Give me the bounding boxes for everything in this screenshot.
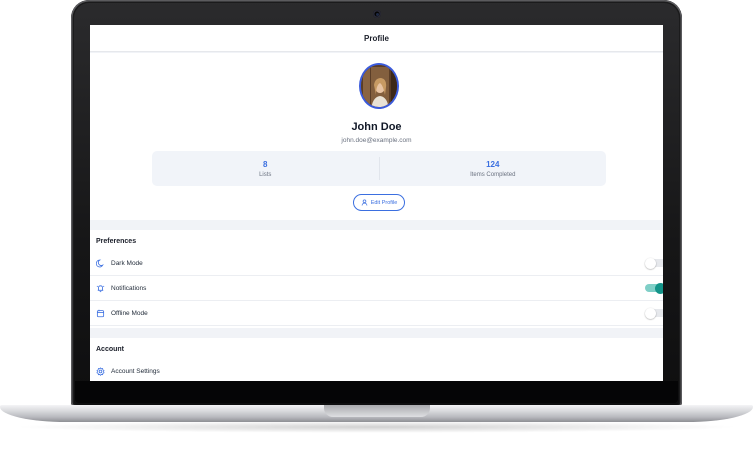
laptop-notch xyxy=(324,405,430,417)
account-settings-label: Account Settings xyxy=(111,368,160,375)
avatar[interactable] xyxy=(359,63,399,109)
toggle-knob xyxy=(645,307,656,319)
profile-name: John Doe xyxy=(351,121,402,133)
dark-mode-toggle[interactable] xyxy=(645,257,663,269)
stat-value: 124 xyxy=(486,159,500,169)
notifications-toggle[interactable] xyxy=(645,282,663,294)
profile-email: john.doe@example.com xyxy=(341,137,412,144)
stat-label: Items Completed xyxy=(470,171,516,178)
bell-icon xyxy=(96,284,105,293)
avatar-photo xyxy=(361,65,397,107)
toggle-knob xyxy=(645,257,656,269)
pref-row-notifications[interactable]: Notifications xyxy=(90,276,663,301)
stat-label: Lists xyxy=(259,171,272,178)
pref-row-dark-mode[interactable]: Dark Mode xyxy=(90,251,663,276)
app-screen: Profile John Doe john.doe@example.com 8 xyxy=(90,25,663,381)
stat-lists[interactable]: 8 Lists xyxy=(152,151,379,186)
camera-icon xyxy=(373,10,381,18)
edit-profile-label: Edit Profile xyxy=(370,199,398,206)
offline-icon xyxy=(96,309,105,318)
screen-chin xyxy=(75,381,678,403)
stat-items-completed[interactable]: 124 Items Completed xyxy=(378,157,607,180)
preferences-section: Preferences Dark Mode Notifications Offl… xyxy=(90,230,663,328)
laptop-shadow xyxy=(12,421,741,433)
account-title: Account xyxy=(96,346,124,353)
toggle-knob xyxy=(655,282,663,294)
stat-value: 8 xyxy=(263,159,268,169)
pref-label: Notifications xyxy=(111,284,147,292)
pref-row-offline-mode[interactable]: Offline Mode xyxy=(90,301,663,326)
profile-card: John Doe john.doe@example.com 8 Lists 12… xyxy=(90,53,663,220)
pref-label: Offline Mode xyxy=(111,309,148,317)
page-title: Profile xyxy=(364,33,389,43)
offline-mode-toggle[interactable] xyxy=(645,307,663,319)
user-icon xyxy=(361,199,367,206)
stats-panel: 8 Lists 124 Items Completed xyxy=(152,151,606,186)
gear-icon xyxy=(96,367,105,376)
preferences-title: Preferences xyxy=(96,238,137,245)
account-section: Account Account Settings xyxy=(90,338,663,381)
edit-profile-button[interactable]: Edit Profile xyxy=(353,194,405,211)
moon-icon xyxy=(96,259,105,268)
laptop-mockup: Profile John Doe john.doe@example.com 8 xyxy=(0,0,753,450)
app-header: Profile xyxy=(90,25,663,52)
pref-label: Dark Mode xyxy=(111,259,143,267)
account-row-settings[interactable]: Account Settings xyxy=(90,359,663,381)
